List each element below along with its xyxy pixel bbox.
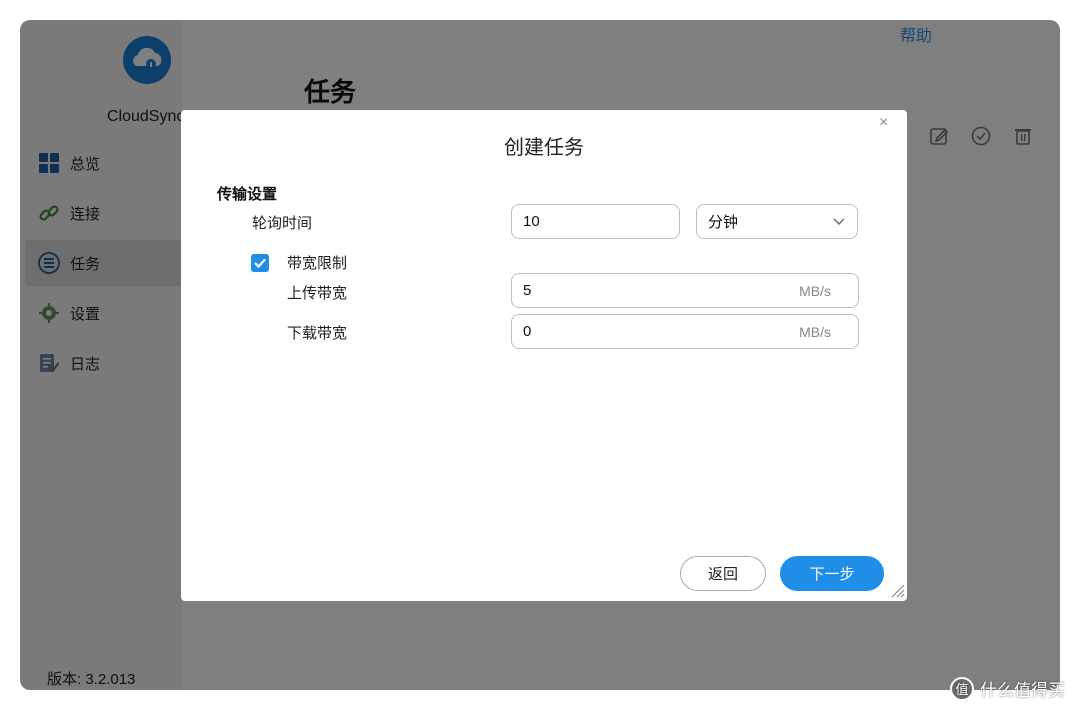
back-button[interactable]: 返回 xyxy=(680,556,766,591)
poll-unit-select[interactable]: 分钟 xyxy=(696,204,858,239)
bandwidth-limit-checkbox[interactable] xyxy=(251,254,269,272)
next-button[interactable]: 下一步 xyxy=(780,556,884,591)
upload-bandwidth-input[interactable]: 5 MB/s xyxy=(511,273,859,308)
watermark-text: 什么值得买 xyxy=(980,681,1065,700)
upload-bandwidth-label: 上传带宽 xyxy=(287,285,348,302)
watermark-badge: 值 xyxy=(950,676,974,701)
upload-unit: MB/s xyxy=(799,283,831,299)
watermark: 值 什么值得买 xyxy=(950,676,1065,701)
create-task-dialog: 创建任务 × 传输设置 轮询时间 10 分钟 带宽限制 上传带宽 5 MB/s … xyxy=(181,110,907,601)
download-unit: MB/s xyxy=(799,324,831,340)
download-bandwidth-value: 0 xyxy=(523,323,532,340)
section-title: 传输设置 xyxy=(217,186,278,203)
close-icon[interactable]: × xyxy=(879,114,888,132)
download-bandwidth-input[interactable]: 0 MB/s xyxy=(511,314,859,349)
poll-interval-value: 10 xyxy=(523,213,540,230)
dialog-title: 创建任务 xyxy=(504,137,584,159)
poll-interval-input[interactable]: 10 xyxy=(511,204,680,239)
chevron-down-icon xyxy=(833,218,845,225)
poll-unit-value: 分钟 xyxy=(708,214,739,231)
poll-interval-label: 轮询时间 xyxy=(252,215,313,232)
resize-grip-icon[interactable] xyxy=(887,580,905,598)
download-bandwidth-label: 下载带宽 xyxy=(287,325,348,342)
upload-bandwidth-value: 5 xyxy=(523,282,532,299)
bandwidth-limit-label: 带宽限制 xyxy=(287,255,348,272)
